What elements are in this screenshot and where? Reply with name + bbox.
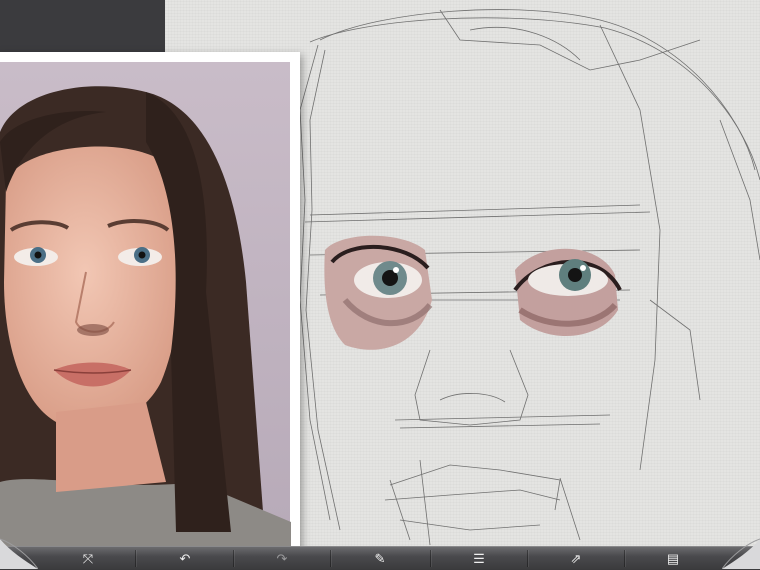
toolbar-divider: [430, 550, 431, 567]
reference-photo-panel[interactable]: [0, 52, 300, 552]
toolbar-divider: [527, 550, 528, 567]
export-icon[interactable]: ⇗: [556, 547, 596, 570]
toolbar-divider: [330, 550, 331, 567]
brush-tool-icon[interactable]: ✎: [360, 547, 400, 570]
painted-eye-right: [513, 248, 622, 337]
toolbar-divider: [135, 550, 136, 567]
page-curl-right-icon[interactable]: [722, 531, 760, 569]
page-curl-left-icon[interactable]: [0, 531, 38, 569]
toolbar-divider: [624, 550, 625, 567]
gallery-folder-icon[interactable]: ▤: [653, 547, 693, 570]
workspace-background: [0, 0, 165, 52]
bottom-toolbar: ⤧ ↶ ↷ ✎ ☰ ⇗ ▤: [0, 538, 760, 570]
reference-portrait-image: [0, 62, 291, 552]
painted-eye-left: [324, 235, 433, 350]
toolbar-divider: [233, 550, 234, 567]
redo-icon[interactable]: ↷: [262, 547, 302, 570]
layers-icon[interactable]: ☰: [459, 547, 499, 570]
transform-arrows-icon[interactable]: ⤧: [68, 547, 108, 570]
undo-icon[interactable]: ↶: [165, 547, 205, 570]
